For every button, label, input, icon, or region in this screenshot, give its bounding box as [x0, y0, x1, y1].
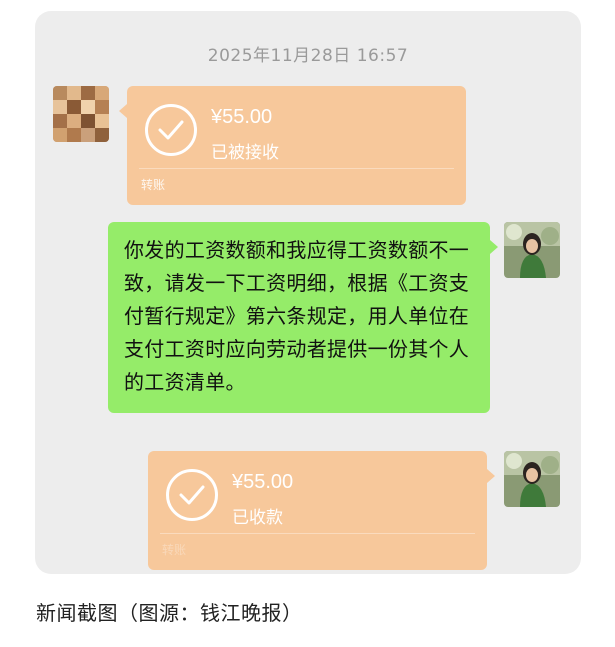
transfer-divider — [160, 533, 475, 534]
transfer-message-received[interactable]: ¥55.00 已被接收 转账 — [119, 86, 466, 205]
transfer-amount: ¥55.00 — [211, 106, 273, 128]
image-caption: 新闻截图（图源：钱江晚报） — [36, 601, 303, 625]
self-avatar[interactable] — [504, 451, 560, 507]
transfer-amount: ¥55.00 — [232, 471, 294, 493]
transfer-label: 转账 — [162, 543, 187, 557]
self-avatar[interactable] — [504, 222, 560, 278]
check-circle-icon — [166, 469, 218, 521]
transfer-divider — [139, 168, 454, 169]
contact-avatar[interactable] — [53, 86, 109, 142]
message-timestamp: 2025年11月28日 16:57 — [207, 46, 409, 66]
transfer-status: 已收款 — [232, 508, 283, 528]
transfer-status: 已被接收 — [211, 143, 279, 163]
chat-window: 2025年11月28日 16:57 ¥55.00 已被接收 转账 你发的工资数额… — [35, 11, 581, 574]
transfer-message-collected[interactable]: ¥55.00 已收款 转账 — [148, 451, 495, 570]
check-circle-icon — [145, 104, 197, 156]
text-message-content: 你发的工资数额和我应得工资数额不一致，请发一下工资明细，根据《工资支付暂行规定》… — [124, 238, 470, 394]
text-message-bubble[interactable]: 你发的工资数额和我应得工资数额不一致，请发一下工资明细，根据《工资支付暂行规定》… — [108, 222, 498, 413]
transfer-label: 转账 — [141, 178, 166, 192]
